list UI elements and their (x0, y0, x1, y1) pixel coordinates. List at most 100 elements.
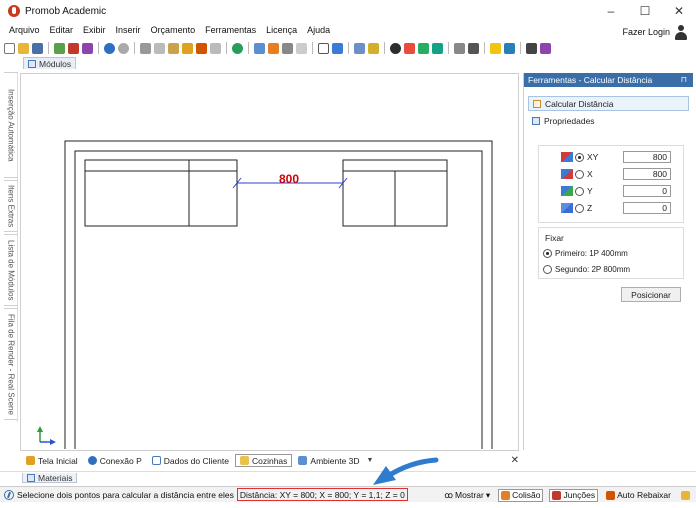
chevron-down-icon[interactable]: ▼ (367, 457, 374, 464)
mostrar-menu[interactable]: ꝏ Mostrar ▾ (442, 489, 492, 502)
undo-icon[interactable] (104, 42, 115, 54)
tab-itens-extras-label: Itens Extras (6, 184, 16, 228)
menu-orcamento[interactable]: Orçamento (146, 25, 201, 35)
settings-icon[interactable] (526, 42, 537, 54)
view-icon[interactable] (454, 42, 465, 54)
window-controls: – ☐ ✕ (594, 0, 696, 22)
menu-licenca[interactable]: Licença (261, 25, 302, 35)
open-folder-icon[interactable] (18, 42, 29, 54)
delete-icon[interactable] (210, 42, 221, 54)
menu-editar[interactable]: Editar (45, 25, 79, 35)
menu-ajuda[interactable]: Ajuda (302, 25, 335, 35)
mostrar-label: Mostrar (455, 490, 484, 500)
menu-arquivo[interactable]: Arquivo (4, 25, 45, 35)
close-button[interactable]: ✕ (662, 0, 696, 22)
tab-ambiente-3d[interactable]: Ambiente 3D ▼ (294, 454, 377, 467)
auto-rebaixar-toggle[interactable]: Auto Rebaixar (604, 489, 673, 502)
minimize-button[interactable]: – (594, 0, 628, 22)
save-icon[interactable] (32, 42, 43, 54)
tab-propriedades[interactable]: Propriedades (528, 113, 689, 128)
radio-primeiro-label: Primeiro: 1P 400mm (555, 248, 628, 258)
lower-icon (606, 490, 616, 500)
layout-icon[interactable] (254, 42, 265, 54)
sync-icon[interactable] (418, 42, 429, 54)
refresh-icon[interactable] (404, 42, 415, 54)
tab-calcular-distancia[interactable]: Calcular Distância (528, 96, 689, 111)
format-painter-icon[interactable] (182, 42, 193, 54)
design-viewport[interactable]: 800 (20, 73, 519, 451)
cut-icon[interactable] (140, 42, 151, 54)
z-distance-field[interactable]: 0 (623, 202, 671, 214)
fix-first-option[interactable]: Primeiro: 1P 400mm (543, 247, 628, 259)
colisao-toggle[interactable]: Colisão (498, 488, 544, 502)
shape-icon[interactable] (282, 42, 293, 54)
clean-icon[interactable] (196, 42, 207, 54)
measure-icon[interactable] (332, 42, 343, 54)
tab-itens-extras[interactable]: Itens Extras (4, 180, 18, 232)
menu-ferramentas[interactable]: Ferramentas (200, 25, 261, 35)
document-tab-bar: Módulos (0, 57, 696, 70)
joints-icon (552, 490, 562, 500)
fix-second-option[interactable]: Segundo: 2P 800mm (543, 263, 630, 275)
tab-insercao-automatica[interactable]: Inserção Automática (4, 72, 18, 178)
palette-icon[interactable] (504, 42, 515, 54)
close-tab-icon[interactable]: ✕ (511, 455, 519, 466)
tab-dados-do-cliente[interactable]: Dados do Cliente (148, 454, 233, 467)
cursor-icon[interactable] (318, 42, 329, 54)
module-edit-icon[interactable] (68, 42, 79, 54)
eye-icon[interactable] (390, 42, 401, 54)
menu-exibir[interactable]: Exibir (78, 25, 111, 35)
radio-primeiro[interactable] (543, 248, 552, 258)
copy-icon[interactable] (154, 42, 165, 54)
paste-icon[interactable] (168, 42, 179, 54)
maximize-button[interactable]: ☐ (628, 0, 662, 22)
radio-z-label: Z (587, 203, 593, 213)
toolbar-separator (248, 42, 249, 54)
xy-distance-field[interactable]: 800 (623, 151, 671, 163)
paint-icon[interactable] (82, 42, 93, 54)
brush-icon (681, 490, 690, 500)
juncoes-toggle[interactable]: Junções (549, 488, 599, 502)
user-icon[interactable] (674, 25, 688, 41)
posicionar-button[interactable]: Posicionar (621, 287, 681, 302)
tab-conexao-p[interactable]: Conexão P (84, 454, 146, 467)
tab-conexao-p-label: Conexão P (99, 455, 142, 466)
tab-dados-do-cliente-label: Dados do Cliente (163, 455, 229, 466)
chart-icon[interactable] (540, 42, 551, 54)
floor-plan-drawing (37, 140, 493, 449)
juncoes-label: Junções (563, 490, 596, 500)
pin-icon[interactable]: ⊓ (681, 75, 687, 84)
fix-group: Fixar Primeiro: 1P 400mm Segundo: 2P 800… (538, 227, 684, 279)
export-icon[interactable] (432, 42, 443, 54)
tab-materiais[interactable]: Materiais (22, 473, 78, 483)
camera-icon[interactable] (368, 42, 379, 54)
render-icon[interactable] (232, 42, 243, 54)
new-file-icon[interactable] (4, 42, 15, 54)
tab-cozinhas[interactable]: Cozinhas (234, 454, 293, 467)
menu-inserir[interactable]: Inserir (111, 25, 146, 35)
radio-segundo[interactable] (543, 264, 552, 274)
brush-tool[interactable] (679, 489, 692, 502)
radio-x-label: X (587, 169, 593, 179)
tab-modulos[interactable]: Módulos (23, 57, 77, 69)
module-icon[interactable] (54, 42, 65, 54)
cube-icon[interactable] (468, 42, 479, 54)
wall-icon[interactable] (268, 42, 279, 54)
tab-lista-de-modulos[interactable]: Lista de Módulos (4, 234, 18, 306)
tools-panel: Ferramentas - Calcular Distância ⊓ Calcu… (523, 73, 693, 450)
toolbar-separator (348, 42, 349, 54)
tab-tela-inicial[interactable]: Tela Inicial (22, 454, 82, 467)
light-icon[interactable] (354, 42, 365, 54)
radio-z[interactable] (575, 203, 584, 213)
y-distance-field[interactable]: 0 (623, 185, 671, 197)
radio-y[interactable] (575, 186, 584, 196)
3d-environment-icon (298, 456, 308, 465)
tab-fila-de-render[interactable]: Fila de Render - Real Scene (4, 308, 18, 420)
login-link[interactable]: Fazer Login (622, 27, 670, 37)
redo-icon[interactable] (118, 42, 129, 54)
grid-icon[interactable] (296, 42, 307, 54)
x-distance-field[interactable]: 800 (623, 168, 671, 180)
brush-icon[interactable] (490, 42, 501, 54)
radio-xy[interactable] (575, 152, 584, 162)
radio-x[interactable] (575, 169, 584, 179)
